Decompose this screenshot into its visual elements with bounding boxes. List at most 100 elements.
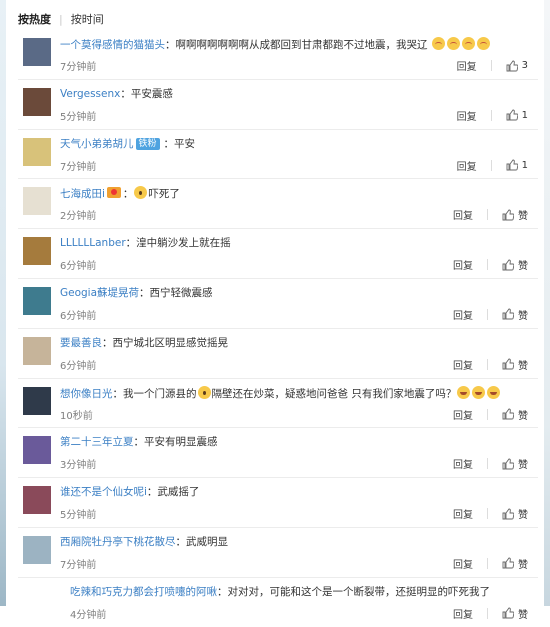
thumbs-up-icon xyxy=(502,607,514,619)
comment-text: 武威明显 xyxy=(186,535,228,548)
like-label: 赞 xyxy=(518,261,528,273)
like-count: 1 xyxy=(521,109,528,121)
comment-username[interactable]: 要最善良 xyxy=(60,337,102,349)
action-divider xyxy=(490,159,492,171)
comment-username[interactable]: 天气小弟弟胡儿 xyxy=(60,138,134,150)
comment-time: 4分钟前 xyxy=(70,609,107,621)
like-button[interactable]: 赞 xyxy=(502,556,528,571)
comment-time: 3分钟前 xyxy=(60,460,97,472)
like-label: 赞 xyxy=(518,360,528,372)
comment-username[interactable]: Vergessenx xyxy=(60,88,120,100)
scared-emoji-icon xyxy=(134,186,148,200)
comment-text: 西宁轻微震感 xyxy=(149,286,213,299)
reply-button[interactable]: 回复 xyxy=(453,357,473,372)
comment-username[interactable]: 一个莫得感情的猫猫头 xyxy=(60,39,165,51)
avatar[interactable] xyxy=(23,436,51,465)
like-button[interactable]: 赞 xyxy=(502,357,528,372)
sort-by-hot-tab[interactable]: 按热度 xyxy=(18,11,51,27)
comment-row: Geogia蘇堤晃荷：西宁轻微震感 6分钟前 回复 赞 xyxy=(18,279,538,329)
comment-time: 7分钟前 xyxy=(60,559,97,571)
like-button[interactable]: 赞 xyxy=(502,407,528,422)
comment-username[interactable]: 谁还不是个仙女呢i xyxy=(60,486,147,498)
like-label: 赞 xyxy=(518,510,528,522)
avatar[interactable] xyxy=(23,187,51,216)
reply-button[interactable]: 回复 xyxy=(453,257,473,272)
like-button[interactable]: 赞 xyxy=(502,606,528,621)
avatar[interactable] xyxy=(23,535,51,564)
like-button[interactable]: 赞 xyxy=(502,257,528,272)
laughing-emoji-icon xyxy=(487,385,501,399)
left-edge-strip xyxy=(0,0,6,606)
reply-button[interactable]: 回复 xyxy=(453,506,473,521)
action-divider xyxy=(487,259,488,271)
like-label: 赞 xyxy=(518,609,528,621)
avatar[interactable] xyxy=(23,237,51,266)
comment-row: 西厢院牡丹亭下桃花散尽：武威明显 7分钟前 回复 赞 xyxy=(18,528,538,578)
comment-text: 吓死了 xyxy=(148,188,180,201)
like-button[interactable]: 赞 xyxy=(502,207,528,222)
reply-button[interactable]: 回复 xyxy=(453,307,473,322)
avatar[interactable] xyxy=(23,386,51,415)
crying-emoji-icon xyxy=(446,37,460,50)
reply-button[interactable]: 回复 xyxy=(457,158,477,173)
comment-text: 平安 xyxy=(174,137,196,150)
comment-username[interactable]: LLLLLLanber xyxy=(60,237,126,249)
member-badge-icon xyxy=(106,187,121,199)
comment-row: 一个莫得感情的猫猫头：啊啊啊啊啊啊啊从成都回到甘肃都跑不过地震，我哭辽 7分钟前… xyxy=(18,30,538,80)
avatar[interactable] xyxy=(23,486,51,515)
like-button[interactable]: 赞 xyxy=(502,456,528,471)
crying-emoji-icon xyxy=(431,37,445,50)
thumbs-up-icon xyxy=(502,259,514,271)
reply-button[interactable]: 回复 xyxy=(453,207,473,222)
like-button[interactable]: 1 xyxy=(506,109,528,121)
avatar[interactable] xyxy=(23,38,51,66)
comment-username[interactable]: 想你像日光 xyxy=(60,388,113,400)
fan-badge: 铁粉 xyxy=(135,137,160,150)
comment-username[interactable]: 第二十三年立夏 xyxy=(60,436,134,448)
action-divider xyxy=(487,308,488,320)
reply-button[interactable]: 回复 xyxy=(453,606,473,621)
comment-time: 7分钟前 xyxy=(60,62,97,73)
comment-time: 6分钟前 xyxy=(60,310,97,322)
action-divider xyxy=(487,557,488,569)
thumbs-up-icon xyxy=(502,309,514,320)
action-divider xyxy=(487,408,488,420)
comment-text: 武威摇了 xyxy=(157,486,200,499)
sort-by-time-tab[interactable]: 按时间 xyxy=(71,11,104,27)
comment-username[interactable]: 吃辣和巧克力都会打喷嚏的阿啾 xyxy=(70,586,217,598)
like-button[interactable]: 1 xyxy=(506,159,528,171)
laughing-emoji-icon xyxy=(457,385,471,399)
comment-username[interactable]: 西厢院牡丹亭下桃花散尽 xyxy=(60,536,176,548)
reply-button[interactable]: 回复 xyxy=(453,556,473,571)
thumbs-up-icon xyxy=(506,109,518,121)
comment-time: 7分钟前 xyxy=(60,161,97,173)
comment-text: 湟中躺沙发上就在摇 xyxy=(136,237,231,250)
like-button[interactable]: 赞 xyxy=(502,307,528,322)
avatar[interactable] xyxy=(23,137,51,166)
laughing-emoji-icon xyxy=(472,385,486,399)
like-label: 赞 xyxy=(518,559,528,571)
reply-row: 吃辣和巧克力都会打喷嚏的阿啾：对对对，可能和这个是一个断裂带，还挺明显的吓死我了… xyxy=(70,585,528,621)
action-divider xyxy=(487,607,488,619)
like-button[interactable]: 赞 xyxy=(502,506,528,521)
thumbs-up-icon xyxy=(502,408,514,420)
avatar[interactable] xyxy=(23,336,51,365)
reply-button[interactable]: 回复 xyxy=(453,407,473,422)
comment-row: 谁还不是个仙女呢i：武威摇了 5分钟前 回复 赞 xyxy=(18,478,538,528)
comment-row: Vergessenx：平安震感 5分钟前 回复 1 xyxy=(18,80,538,130)
action-divider xyxy=(487,458,488,470)
comment-time: 5分钟前 xyxy=(60,111,97,123)
comment-text: 啊啊啊啊啊啊啊从成都回到甘肃都跑不过地震，我哭辽 xyxy=(175,39,428,51)
avatar[interactable] xyxy=(23,286,51,315)
reply-button[interactable]: 回复 xyxy=(453,456,473,471)
like-label: 赞 xyxy=(518,460,528,472)
like-button[interactable]: 3 xyxy=(506,60,528,72)
avatar[interactable] xyxy=(23,87,51,116)
reply-button[interactable]: 回复 xyxy=(457,108,477,123)
thumbs-up-icon xyxy=(502,209,514,221)
comment-time: 2分钟前 xyxy=(60,211,97,223)
reply-button[interactable]: 回复 xyxy=(457,58,477,73)
comment-username[interactable]: Geogia蘇堤晃荷 xyxy=(60,287,139,299)
comment-username[interactable]: 七海成田i xyxy=(60,188,105,200)
sort-divider: | xyxy=(59,12,63,26)
